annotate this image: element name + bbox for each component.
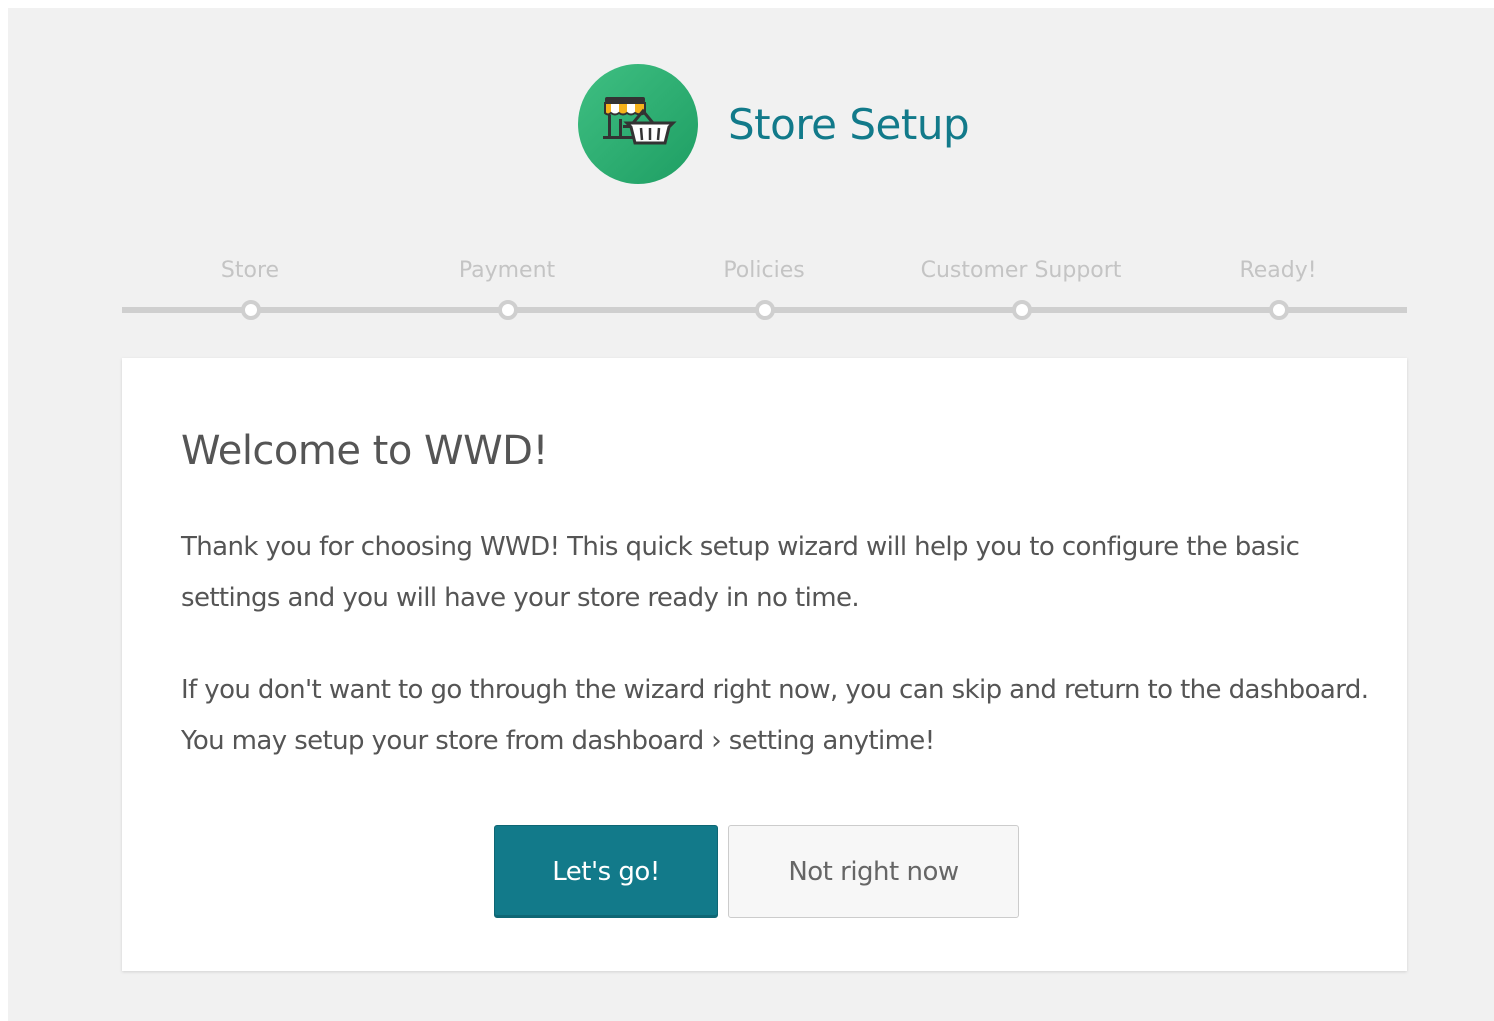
step-dot-payment xyxy=(498,300,518,320)
intro-paragraph: Thank you for choosing WWD! This quick s… xyxy=(181,532,1300,613)
step-label-ready: Ready! xyxy=(1239,258,1317,283)
welcome-card: Welcome to WWD! Thank you for choosing W… xyxy=(122,358,1407,971)
step-label-customer-support: Customer Support xyxy=(920,258,1122,283)
skip-info-paragraph: If you don't want to go through the wiza… xyxy=(181,675,1369,756)
setup-header: Store Setup xyxy=(578,64,970,184)
welcome-heading: Welcome to WWD! xyxy=(181,428,549,474)
step-dot-store xyxy=(241,300,261,320)
store-logo xyxy=(578,64,698,184)
storefront-basket-icon xyxy=(603,97,677,145)
step-dot-policies xyxy=(755,300,775,320)
lets-go-button[interactable]: Let's go! xyxy=(494,825,718,918)
step-label-store: Store xyxy=(220,258,280,283)
page-background: Store Setup Store Payment Policies Custo… xyxy=(8,8,1494,1021)
step-label-policies: Policies xyxy=(723,258,805,283)
step-dot-customer-support xyxy=(1012,300,1032,320)
step-dot-ready xyxy=(1269,300,1289,320)
setup-steps: Store Payment Policies Customer Support … xyxy=(122,248,1407,328)
step-label-payment: Payment xyxy=(458,258,556,283)
not-right-now-button[interactable]: Not right now xyxy=(728,825,1019,918)
page-title: Store Setup xyxy=(728,99,970,149)
